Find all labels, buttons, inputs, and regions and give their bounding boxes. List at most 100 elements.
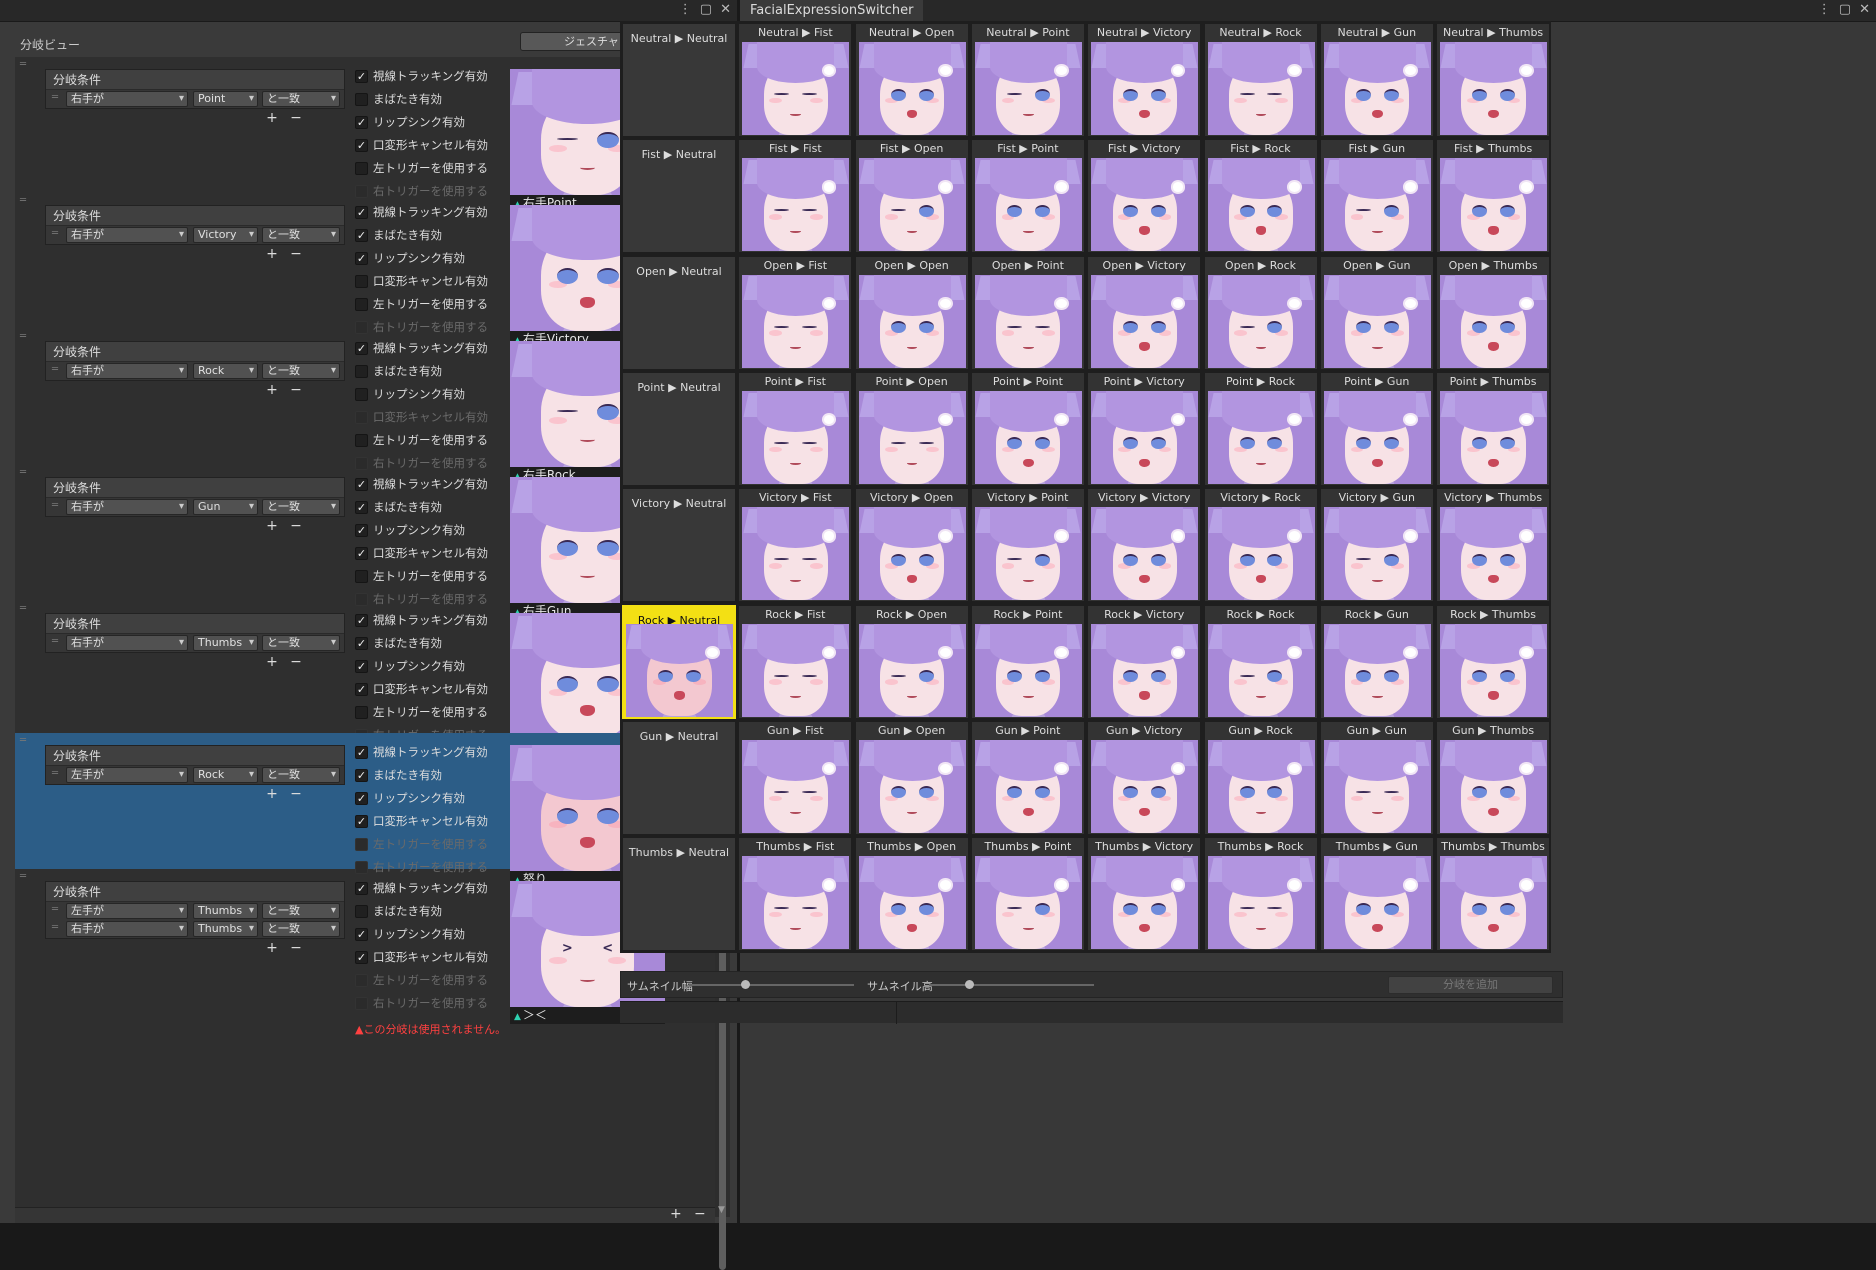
option-checkbox[interactable]: ✓ 視線トラッキング有効 [355,477,488,500]
checkbox-icon[interactable] [355,434,368,447]
gesture-cell-thumbs-gun[interactable]: Thumbs ▶ Gun [1319,837,1434,952]
option-checkbox[interactable]: ✓ 口変形キャンセル有効 [355,814,488,837]
add-condition-button[interactable]: + [260,939,284,957]
gesture-cell-victory-fist[interactable]: Victory ▶ Fist [738,488,853,603]
match-select[interactable]: と一致 [262,227,340,243]
checkbox-icon[interactable] [355,93,368,106]
add-condition-button[interactable]: + [260,245,284,263]
gesture-select[interactable]: Gun [193,499,258,515]
option-checkbox[interactable]: ✓ 口変形キャンセル有効 [355,138,488,161]
gesture-cell-victory-thumbs[interactable]: Victory ▶ Thumbs [1436,488,1551,603]
tab-facial-expression-switcher[interactable]: FacialExpressionSwitcher [740,0,924,22]
option-checkbox[interactable]: ✓ リップシンク有効 [355,251,488,274]
option-checkbox[interactable]: ✓ リップシンク有効 [355,927,488,950]
option-checkbox[interactable]: リップシンク有効 [355,387,488,410]
hand-select[interactable]: 右手が [66,499,188,515]
gesture-cell-neutral-neutral[interactable]: Neutral ▶ Neutral [622,23,736,137]
gesture-cell-point-rock[interactable]: Point ▶ Rock [1203,371,1318,486]
checkbox-icon[interactable]: ✓ [355,660,368,673]
gesture-cell-thumbs-open[interactable]: Thumbs ▶ Open [854,837,969,952]
gesture-cell-point-victory[interactable]: Point ▶ Victory [1087,371,1202,486]
slider-knob[interactable] [741,980,751,989]
match-select[interactable]: と一致 [262,363,340,379]
gesture-cell-open-point[interactable]: Open ▶ Point [970,255,1085,370]
checkbox-icon[interactable]: ✓ [355,746,368,759]
gesture-cell-thumbs-rock[interactable]: Thumbs ▶ Rock [1203,837,1318,952]
gesture-cell-fist-rock[interactable]: Fist ▶ Rock [1203,139,1318,254]
gesture-cell-rock-rock[interactable]: Rock ▶ Rock [1203,604,1318,719]
add-condition-button[interactable]: + [260,381,284,399]
option-checkbox[interactable]: ✓ まばたき有効 [355,228,488,251]
gesture-cell-open-neutral[interactable]: Open ▶ Neutral [622,255,736,370]
gesture-cell-point-neutral[interactable]: Point ▶ Neutral [622,371,736,486]
gesture-cell-point-open[interactable]: Point ▶ Open [854,371,969,486]
option-checkbox[interactable]: 口変形キャンセル有効 [355,274,488,297]
hand-select[interactable]: 右手が [66,91,188,107]
option-checkbox[interactable]: ✓ リップシンク有効 [355,523,488,546]
checkbox-icon[interactable]: ✓ [355,637,368,650]
drag-handle-icon[interactable]: ═ [20,467,26,478]
add-condition-button[interactable]: + [260,785,284,803]
gesture-cell-neutral-victory[interactable]: Neutral ▶ Victory [1087,23,1202,137]
menu-icon[interactable]: ⋮ [679,2,692,18]
option-checkbox[interactable]: ✓ 視線トラッキング有効 [355,69,488,92]
option-checkbox[interactable]: ✓ リップシンク有効 [355,115,488,138]
option-checkbox[interactable]: ✓ リップシンク有効 [355,791,488,814]
branch-item[interactable]: ═ 分岐条件 ═ 左手が Thumbsと一致 ═ 右手が Thumbsと一致 +− ✓ 視線トラッキ… [15,869,715,1036]
add-branch-plus-button[interactable]: + [670,1206,682,1222]
drag-handle-icon[interactable]: ═ [20,59,26,70]
remove-condition-button[interactable]: − [284,785,308,803]
row-handle-icon[interactable]: ═ [52,228,58,239]
gesture-cell-neutral-point[interactable]: Neutral ▶ Point [970,23,1085,137]
option-checkbox[interactable]: ✓ 視線トラッキング有効 [355,341,488,364]
gesture-cell-neutral-fist[interactable]: Neutral ▶ Fist [738,23,853,137]
gesture-select[interactable]: Rock [193,363,258,379]
match-select[interactable]: と一致 [262,903,340,919]
gesture-cell-rock-open[interactable]: Rock ▶ Open [854,604,969,719]
gesture-select[interactable]: Thumbs [193,635,258,651]
checkbox-icon[interactable]: ✓ [355,683,368,696]
gesture-cell-victory-point[interactable]: Victory ▶ Point [970,488,1085,603]
option-checkbox[interactable]: ✓ 視線トラッキング有効 [355,205,488,228]
gesture-cell-neutral-gun[interactable]: Neutral ▶ Gun [1319,23,1434,137]
option-checkbox[interactable]: まばたき有効 [355,904,488,927]
hand-select[interactable]: 右手が [66,921,188,937]
gesture-cell-neutral-rock[interactable]: Neutral ▶ Rock [1203,23,1318,137]
row-handle-icon[interactable]: ═ [52,364,58,375]
gesture-cell-gun-point[interactable]: Gun ▶ Point [970,720,1085,835]
match-select[interactable]: と一致 [262,635,340,651]
checkbox-icon[interactable]: ✓ [355,139,368,152]
maximize-icon[interactable]: ▢ [1839,2,1851,18]
hand-select[interactable]: 左手が [66,903,188,919]
checkbox-icon[interactable]: ✓ [355,951,368,964]
checkbox-icon[interactable] [355,275,368,288]
close-icon[interactable]: ✕ [1859,2,1870,18]
gesture-cell-fist-fist[interactable]: Fist ▶ Fist [738,139,853,254]
add-condition-button[interactable]: + [260,517,284,535]
checkbox-icon[interactable]: ✓ [355,792,368,805]
thumbnail-width-slider[interactable] [689,980,854,989]
gesture-cell-gun-victory[interactable]: Gun ▶ Victory [1087,720,1202,835]
gesture-cell-neutral-thumbs[interactable]: Neutral ▶ Thumbs [1436,23,1551,137]
gesture-cell-neutral-open[interactable]: Neutral ▶ Open [854,23,969,137]
option-checkbox[interactable]: ✓ 視線トラッキング有効 [355,613,488,636]
option-checkbox[interactable]: ✓ 口変形キャンセル有効 [355,546,488,569]
remove-condition-button[interactable]: − [284,653,308,671]
gesture-cell-open-victory[interactable]: Open ▶ Victory [1087,255,1202,370]
row-handle-icon[interactable]: ═ [52,500,58,511]
checkbox-icon[interactable] [355,365,368,378]
match-select[interactable]: と一致 [262,767,340,783]
gesture-cell-open-open[interactable]: Open ▶ Open [854,255,969,370]
option-checkbox[interactable]: 左トリガーを使用する [355,569,488,592]
gesture-cell-thumbs-neutral[interactable]: Thumbs ▶ Neutral [622,837,736,952]
drag-handle-icon[interactable]: ═ [20,735,26,746]
gesture-select[interactable]: Point [193,91,258,107]
checkbox-icon[interactable]: ✓ [355,70,368,83]
gesture-cell-point-gun[interactable]: Point ▶ Gun [1319,371,1434,486]
checkbox-icon[interactable]: ✓ [355,501,368,514]
remove-condition-button[interactable]: − [284,381,308,399]
gesture-cell-open-gun[interactable]: Open ▶ Gun [1319,255,1434,370]
checkbox-icon[interactable]: ✓ [355,547,368,560]
gesture-cell-thumbs-thumbs[interactable]: Thumbs ▶ Thumbs [1436,837,1551,952]
option-checkbox[interactable]: ✓ まばたき有効 [355,500,488,523]
